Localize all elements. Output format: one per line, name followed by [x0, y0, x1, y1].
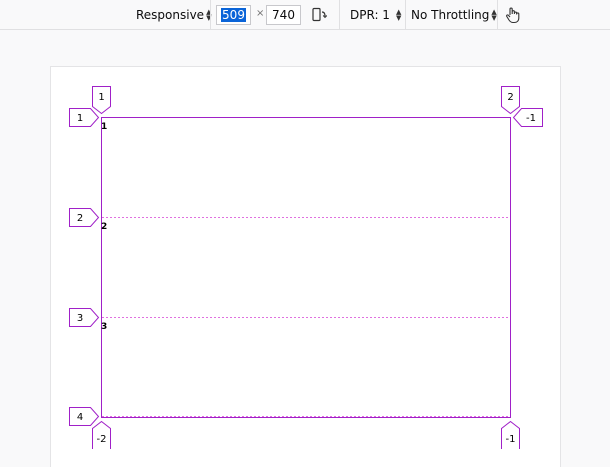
row-left-label-text: 3	[77, 313, 83, 324]
column-bottom-label: -2	[92, 420, 111, 449]
column-top-label-text: 1	[98, 92, 104, 103]
row-left-label: 1	[69, 108, 100, 127]
row-left-label-text: 4	[77, 412, 83, 423]
grid-overlay: 1 2 -2 -1 1 2 3 4 -1 1 2 3	[69, 86, 543, 449]
grid-area-number: 1	[101, 122, 107, 132]
grid-container-outline	[101, 117, 511, 418]
row-right-label: -1	[512, 108, 543, 127]
row-right-label-text: -1	[526, 113, 536, 124]
row-left-label: 3	[69, 308, 100, 327]
column-top-label: 2	[501, 86, 520, 115]
column-bottom-label: -1	[501, 420, 520, 449]
grid-area-number: 2	[101, 222, 107, 232]
grid-area-number: 3	[101, 322, 107, 332]
column-top-label: 1	[92, 86, 111, 115]
column-bottom-label-text: -2	[97, 434, 107, 445]
column-bottom-label-text: -1	[506, 434, 516, 445]
row-left-label-text: 2	[77, 213, 83, 224]
column-top-label-text: 2	[507, 92, 513, 103]
row-left-label: 2	[69, 208, 100, 227]
row-left-label: 4	[69, 407, 100, 426]
row-left-label-text: 1	[77, 113, 83, 124]
